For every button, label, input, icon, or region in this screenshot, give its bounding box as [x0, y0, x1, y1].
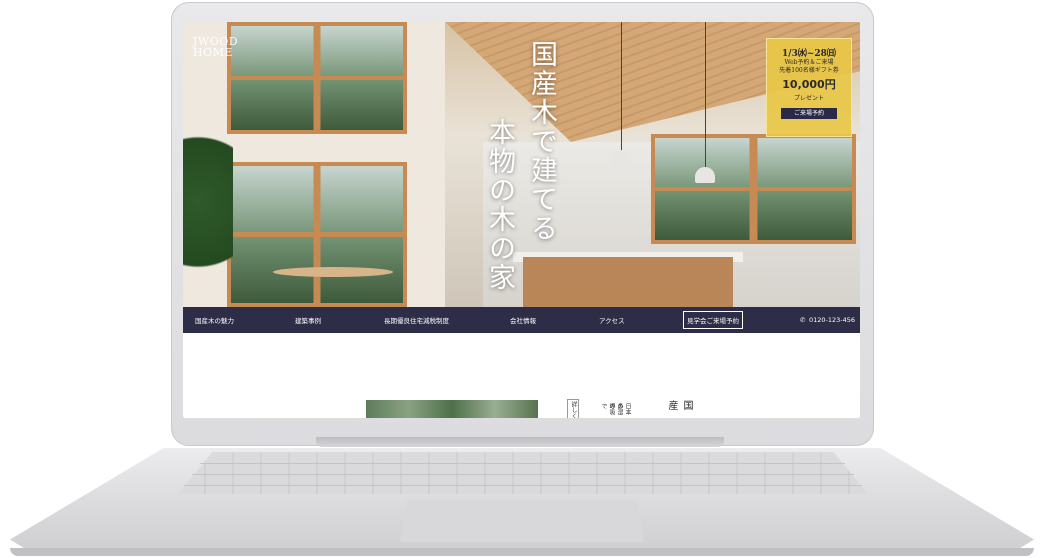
interior-window	[227, 162, 407, 307]
laptop-front-edge	[10, 548, 1034, 556]
nav-item-charm[interactable]: 国産木の魅力	[195, 315, 234, 325]
campaign-line1: Web予約＆ご来場	[784, 59, 834, 66]
campaign-present: プレゼント	[793, 95, 824, 102]
campaign-amount: 10,000円	[782, 78, 836, 91]
intro-heading: 国産	[666, 400, 692, 410]
dining-table	[273, 267, 393, 277]
interior-plant	[183, 102, 233, 302]
pendant-cord	[705, 22, 706, 168]
intro-text-col3: 呼吸で	[600, 403, 615, 415]
hero-section: JWOOD HOME 国産木で建てる 本物の木の家 1/3㈬~28㈰ Web予約…	[183, 22, 860, 307]
pendant-lamp	[611, 150, 631, 166]
trackpad	[400, 500, 644, 542]
visit-reserve-button[interactable]: 見学会ご来場予約	[683, 311, 743, 329]
forest-photo	[366, 400, 538, 418]
detail-button[interactable]: 詳しく	[567, 399, 579, 418]
site-logo[interactable]: JWOOD HOME	[193, 36, 238, 58]
laptop-screen: JWOOD HOME 国産木で建てる 本物の木の家 1/3㈬~28㈰ Web予約…	[183, 22, 860, 418]
interior-window	[651, 134, 856, 244]
pendant-lamp	[695, 167, 715, 183]
kitchen-island	[523, 257, 733, 307]
website-page: JWOOD HOME 国産木で建てる 本物の木の家 1/3㈬~28㈰ Web予約…	[183, 22, 860, 418]
nav-item-cases[interactable]: 建築事例	[295, 315, 321, 325]
interior-window	[227, 22, 407, 134]
nav-item-access[interactable]: アクセス	[599, 315, 625, 325]
campaign-dates: 1/3㈬~28㈰	[782, 49, 836, 59]
keyboard-row	[200, 463, 845, 464]
global-nav: 国産木の魅力 建築事例 長期優良住宅減税制度 会社情報 アクセス 見学会ご来場予…	[183, 307, 860, 333]
keyboard-row	[192, 474, 854, 475]
nav-item-tax[interactable]: 長期優良住宅減税制度	[384, 315, 449, 325]
phone-number[interactable]: 0120-123-456	[809, 316, 855, 324]
keyboard-row	[184, 485, 862, 486]
campaign-reserve-button[interactable]: ご来場予約	[781, 108, 837, 119]
nav-item-company[interactable]: 会社情報	[510, 315, 536, 325]
campaign-banner[interactable]: 1/3㈬~28㈰ Web予約＆ご来場 先着100名様ギフト券 10,000円 プ…	[766, 38, 852, 137]
campaign-line2: 先着100名様ギフト券	[779, 67, 839, 74]
hero-title-col2: 本物の木の家	[484, 118, 515, 292]
pendant-cord	[621, 22, 622, 152]
intro-section: 詳しく 日本の 多湿の 呼吸で 国産	[183, 333, 860, 418]
phone-icon: ✆	[800, 316, 806, 324]
logo-line2: HOME	[193, 46, 233, 59]
keyboard	[178, 452, 868, 494]
hero-title-col1: 国産木で建てる	[526, 40, 557, 243]
